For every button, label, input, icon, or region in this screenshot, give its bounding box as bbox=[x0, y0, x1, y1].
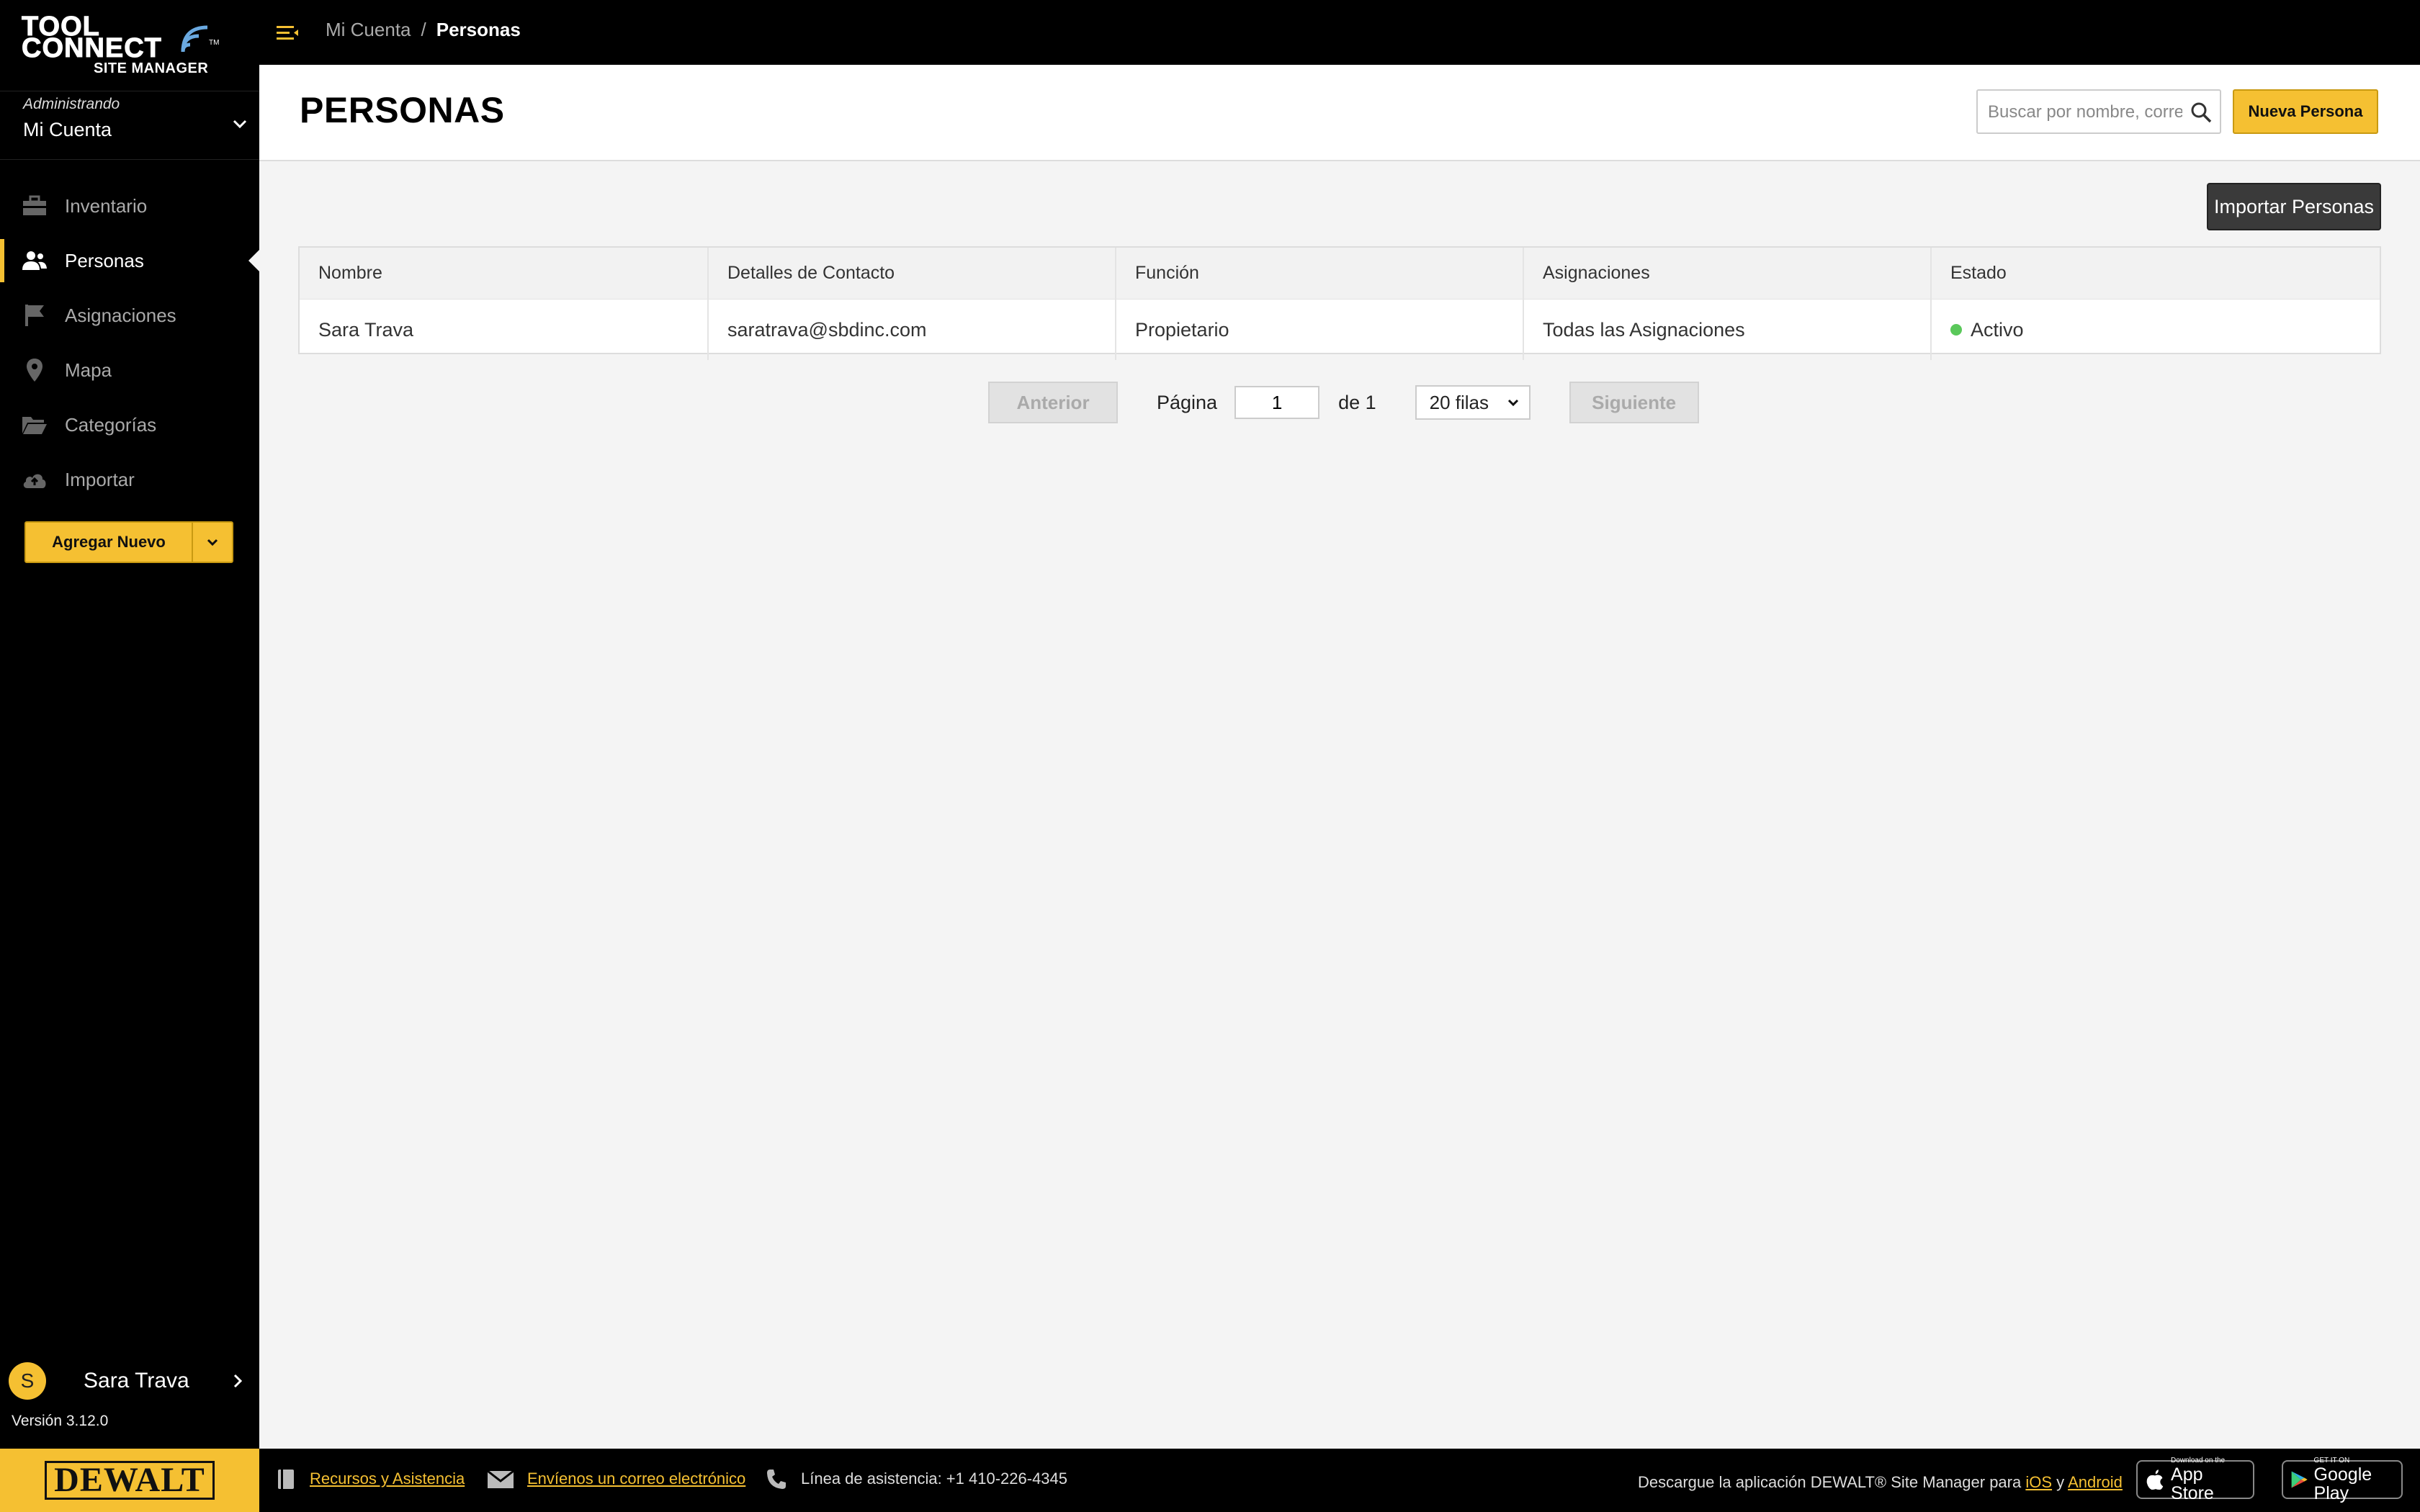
sidebar-item-label: Importar bbox=[65, 468, 135, 490]
flag-icon bbox=[20, 301, 49, 330]
dewalt-logo[interactable]: DEWALT bbox=[0, 1449, 259, 1512]
status-dot bbox=[1950, 324, 1962, 336]
and-text: y bbox=[2056, 1473, 2065, 1491]
breadcrumb-current: Personas bbox=[436, 19, 521, 40]
table-row[interactable]: Sara Trava saratrava@sbdinc.com Propieta… bbox=[300, 300, 2380, 360]
appstore-big-text: App Store bbox=[2171, 1464, 2214, 1503]
column-header-nombre[interactable]: Nombre bbox=[300, 248, 709, 299]
add-new-split-button: Agregar Nuevo bbox=[24, 521, 233, 563]
new-person-button[interactable]: Nueva Persona bbox=[2233, 89, 2378, 134]
helpline-text: Línea de asistencia: +1 410-226-4345 bbox=[801, 1470, 1068, 1488]
user-menu[interactable]: S Sara Trava bbox=[0, 1356, 259, 1405]
app-store-badge[interactable]: Download on the App Store bbox=[2136, 1457, 2254, 1503]
cell-name: Sara Trava bbox=[300, 300, 709, 360]
cell-assignments: Todas las Asignaciones bbox=[1524, 300, 1932, 360]
google-play-icon bbox=[2291, 1471, 2308, 1488]
resources-link[interactable]: Recursos y Asistencia bbox=[310, 1470, 465, 1488]
page-number-input[interactable] bbox=[1234, 386, 1320, 419]
table-header-row: Nombre Detalles de Contacto Función Asig… bbox=[300, 248, 2380, 300]
chevron-down-icon bbox=[207, 539, 218, 546]
import-persons-button[interactable]: Importar Personas bbox=[2207, 183, 2381, 230]
email-link[interactable]: Envíenos un correo electrónico bbox=[527, 1470, 745, 1488]
search-box bbox=[1976, 89, 2221, 134]
page-total-label: de 1 bbox=[1338, 391, 1376, 413]
sidebar-item-mapa[interactable]: Mapa bbox=[0, 343, 259, 397]
folder-icon bbox=[20, 410, 49, 439]
footer-phone: Línea de asistencia: +1 410-226-4345 bbox=[765, 1467, 1067, 1490]
cloud-upload-icon bbox=[20, 465, 49, 494]
sidebar-item-label: Inventario bbox=[65, 194, 148, 217]
pagination: Anterior Página de 1 20 filas Siguiente bbox=[988, 382, 1699, 423]
sidebar-item-inventario[interactable]: Inventario bbox=[0, 179, 259, 233]
menu-collapse-icon[interactable] bbox=[275, 20, 301, 46]
map-pin-icon bbox=[20, 356, 49, 384]
book-icon bbox=[278, 1470, 294, 1489]
add-new-dropdown-toggle[interactable] bbox=[193, 523, 232, 562]
top-bar: Mi Cuenta / Personas bbox=[259, 0, 2420, 65]
account-name: Mi Cuenta bbox=[23, 119, 112, 140]
logo-line-2: CONNECT bbox=[22, 33, 162, 63]
chevron-down-icon bbox=[233, 120, 247, 129]
page-title: PERSONAS bbox=[300, 90, 505, 130]
sidebar-item-label: Categorías bbox=[65, 413, 157, 436]
chevron-down-icon bbox=[1507, 399, 1518, 407]
previous-page-button[interactable]: Anterior bbox=[988, 382, 1118, 423]
android-link[interactable]: Android bbox=[2068, 1473, 2123, 1491]
status-label: Activo bbox=[1971, 318, 2024, 341]
google-play-badge[interactable]: GET IT ON Google Play bbox=[2282, 1457, 2403, 1503]
sidebar-item-label: Asignaciones bbox=[65, 304, 176, 326]
logo-line-3: SITE MANAGER bbox=[94, 60, 209, 76]
sidebar-item-personas[interactable]: Personas bbox=[0, 233, 260, 288]
administering-label: Administrando bbox=[23, 96, 120, 112]
cell-role: Propietario bbox=[1116, 300, 1524, 360]
rows-per-page-value: 20 filas bbox=[1429, 391, 1489, 413]
search-input[interactable] bbox=[1988, 98, 2182, 127]
breadcrumb-separator: / bbox=[421, 19, 426, 40]
column-header-contacto[interactable]: Detalles de Contacto bbox=[709, 248, 1116, 299]
footer: DEWALT Recursos y Asistencia Envíenos un… bbox=[0, 1449, 2420, 1512]
footer-download: Descargue la aplicación DEWALT® Site Man… bbox=[1638, 1473, 2123, 1492]
trademark: TM bbox=[209, 39, 220, 47]
breadcrumb-parent[interactable]: Mi Cuenta bbox=[326, 19, 411, 41]
avatar: S bbox=[9, 1362, 46, 1400]
page-label: Página bbox=[1157, 391, 1218, 413]
page-header: PERSONAS Nueva Persona bbox=[259, 65, 2420, 161]
next-page-button[interactable]: Siguiente bbox=[1569, 382, 1699, 423]
sidebar: TOOL CONNECT SITE MANAGER TM Administran… bbox=[0, 0, 260, 1449]
search-icon[interactable] bbox=[2190, 101, 2213, 124]
sidebar-item-categorias[interactable]: Categorías bbox=[0, 397, 259, 452]
column-header-estado[interactable]: Estado bbox=[1932, 248, 2380, 299]
apple-icon bbox=[2146, 1469, 2164, 1490]
ios-link[interactable]: iOS bbox=[2025, 1473, 2052, 1491]
sidebar-nav: Inventario Personas Asignaciones Mapa Ca… bbox=[0, 179, 260, 507]
download-text: Descargue la aplicación DEWALT® Site Man… bbox=[1638, 1473, 2022, 1491]
sidebar-item-asignaciones[interactable]: Asignaciones bbox=[0, 288, 259, 343]
chevron-right-icon bbox=[233, 1374, 243, 1388]
cell-contact: saratrava@sbdinc.com bbox=[709, 300, 1116, 360]
people-icon bbox=[20, 246, 49, 275]
dewalt-logo-text: DEWALT bbox=[45, 1461, 215, 1500]
googleplay-big-text: Google Play bbox=[2313, 1464, 2372, 1503]
column-header-funcion[interactable]: Función bbox=[1116, 248, 1524, 299]
phone-icon bbox=[767, 1470, 786, 1489]
tool-connect-logo[interactable]: TOOL CONNECT SITE MANAGER TM bbox=[20, 13, 229, 77]
user-name: Sara Trava bbox=[84, 1369, 189, 1392]
footer-resources: Recursos y Asistencia bbox=[274, 1467, 465, 1490]
add-new-button[interactable]: Agregar Nuevo bbox=[26, 523, 193, 562]
footer-email: Envíenos un correo electrónico bbox=[487, 1467, 745, 1490]
persons-table: Nombre Detalles de Contacto Función Asig… bbox=[298, 246, 2381, 360]
column-header-asignaciones[interactable]: Asignaciones bbox=[1524, 248, 1932, 299]
cell-status: Activo bbox=[1932, 300, 2380, 360]
envelope-icon bbox=[487, 1470, 514, 1488]
sidebar-item-label: Personas bbox=[65, 249, 144, 271]
account-switcher[interactable]: Administrando Mi Cuenta bbox=[0, 91, 259, 160]
breadcrumb: Mi Cuenta / Personas bbox=[326, 19, 521, 41]
rows-per-page-select[interactable]: 20 filas bbox=[1415, 385, 1531, 420]
sidebar-item-label: Mapa bbox=[65, 359, 112, 381]
toolbox-icon bbox=[20, 192, 49, 220]
version-label: Versión 3.12.0 bbox=[12, 1413, 109, 1429]
sidebar-item-importar[interactable]: Importar bbox=[0, 452, 259, 507]
